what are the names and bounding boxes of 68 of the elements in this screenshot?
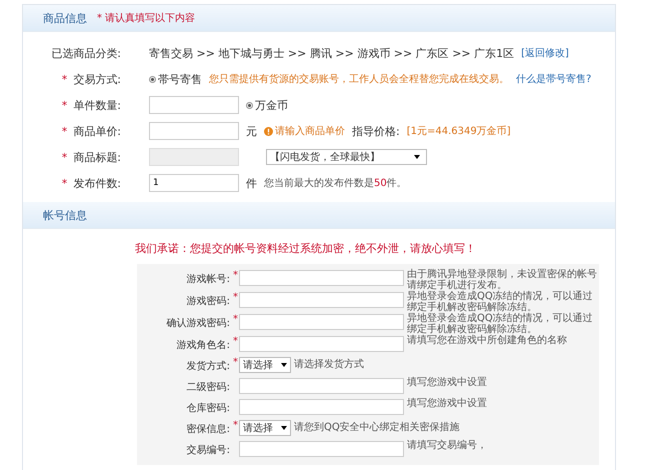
- input-field[interactable]: [239, 336, 404, 352]
- caret-icon: [414, 155, 420, 159]
- select-field[interactable]: 请选择: [239, 420, 291, 436]
- field-label: 交易编号:: [186, 445, 230, 456]
- select-field[interactable]: 请选择: [239, 357, 291, 373]
- field-label: 确认游戏密码:: [166, 318, 230, 329]
- hint-text: 异地登录会造成QQ冻结的情况，可以通过绑定手机解改密码解除冻结。: [406, 313, 594, 335]
- field-label: 游戏角色名:: [176, 340, 230, 351]
- input-field[interactable]: [239, 270, 404, 286]
- required-mark: *: [62, 98, 68, 112]
- required-mark: *: [233, 292, 238, 303]
- input-field[interactable]: [239, 441, 404, 457]
- warning-icon: [264, 126, 273, 136]
- input-field[interactable]: [239, 314, 404, 330]
- field-label: 发布件数:: [73, 176, 121, 190]
- field-label: 已选商品分类:: [51, 46, 121, 60]
- radio-option[interactable]: 万金币: [246, 98, 288, 112]
- hint-text: 您当前最大的发布件数是50件。: [264, 176, 407, 190]
- caret-icon: [281, 426, 287, 430]
- field-label: 商品单价:: [73, 124, 121, 138]
- notice-text: [1元=44.6349万金币]: [406, 124, 511, 138]
- field-text: 指导价格:: [352, 124, 400, 138]
- field-label: 商品标题:: [73, 150, 121, 164]
- promise-text: 我们承诺：您提交的帐号资料经过系统加密，绝不外泄，请放心填写！: [135, 241, 476, 256]
- required-mark: *: [233, 314, 238, 325]
- required-mark: *: [233, 336, 238, 347]
- required-mark: *: [233, 270, 238, 281]
- hint-text: 请填写您在游戏中所创建角色的名称: [406, 335, 568, 346]
- required-note: * 请认真填写以下内容: [97, 12, 196, 25]
- required-mark: *: [62, 72, 68, 86]
- field-label: 密保信息:: [186, 424, 230, 435]
- required-mark: *: [62, 124, 68, 138]
- field-text: 件: [246, 176, 257, 190]
- hint-text: 请您到QQ安全中心绑定相关密保措施: [293, 420, 460, 434]
- field-label: 游戏密码:: [186, 296, 230, 307]
- required-mark: *: [233, 357, 238, 368]
- hint-text: 填写您游戏中设置: [406, 377, 488, 388]
- link[interactable]: 什么是帯号寄售?: [516, 72, 592, 86]
- required-mark: *: [62, 176, 68, 190]
- link[interactable]: [返回修改]: [521, 46, 569, 60]
- hint-text: 请填写交易编号，: [406, 440, 488, 451]
- input-field[interactable]: [239, 378, 404, 394]
- field-text: 元: [246, 124, 257, 138]
- field-label: 交易方式:: [73, 72, 121, 86]
- select-field[interactable]: 【闪电发货，全球最快】: [266, 149, 427, 165]
- radio-option[interactable]: 帯号寄售: [149, 72, 202, 86]
- notice-text: 您只需提供有货源的交易账号，工作人员会全程替您完成在线交易。: [209, 72, 509, 86]
- required-mark: *: [233, 420, 238, 431]
- input-field[interactable]: [239, 292, 404, 308]
- hint-text: 填写您游戏中设置: [406, 398, 488, 409]
- section-title: 商品信息: [43, 10, 87, 26]
- notice-text: 请输入商品单价: [275, 124, 345, 138]
- input-field[interactable]: [149, 122, 239, 140]
- caret-icon: [281, 363, 287, 367]
- section-title: 帐号信息: [43, 208, 87, 222]
- input-field[interactable]: [149, 96, 239, 114]
- input-field[interactable]: [239, 399, 404, 415]
- field-label: 二级密码:: [186, 382, 230, 393]
- input-field[interactable]: 1: [149, 174, 239, 192]
- required-mark: *: [62, 150, 68, 164]
- hint-text: 请选择发货方式: [293, 358, 364, 371]
- field-label: 单件数量:: [73, 98, 121, 112]
- field-text: 寄售交易 >> 地下城与勇士 >> 腾讯 >> 游戏币 >> 广东区 >> 广东1区: [149, 46, 514, 60]
- field-label: 仓库密码:: [186, 403, 230, 414]
- field-label: 发货方式:: [186, 361, 230, 372]
- field-label: 游戏帐号:: [186, 274, 230, 285]
- hint-text: 异地登录会造成QQ冻结的情况，可以通过绑定手机解改密码解除冻结。: [406, 291, 594, 313]
- hint-text: 由于腾讯异地登录限制，未设置密保的帐号请绑定手机进行发布。: [406, 269, 597, 291]
